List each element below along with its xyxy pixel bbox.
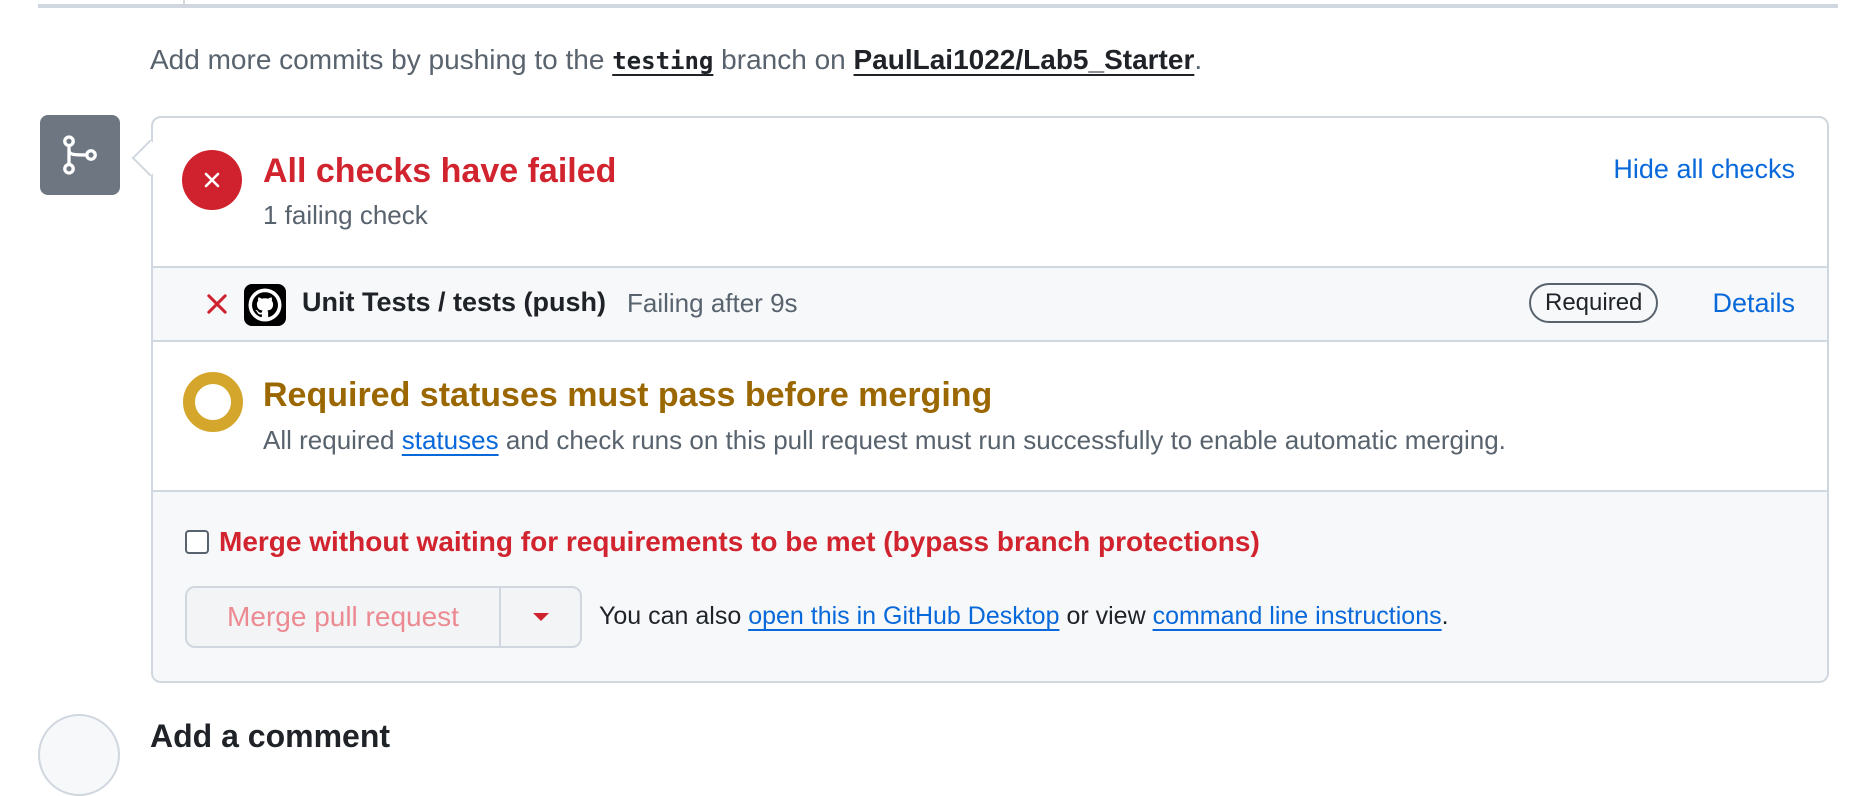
add-comment-heading: Add a comment <box>150 718 391 754</box>
required-description: All required statuses and check runs on … <box>263 425 1506 456</box>
x-icon <box>207 294 227 314</box>
push-note-prefix: Add more commits by pushing to the <box>150 44 605 75</box>
merge-button-group: Merge pull request <box>185 586 582 648</box>
git-branch-badge <box>40 115 120 195</box>
push-note-middle: branch on <box>721 44 846 75</box>
merge-pull-request-button[interactable]: Merge pull request <box>187 588 501 646</box>
avatar <box>38 714 120 796</box>
required-sub-prefix: All required <box>263 425 395 455</box>
check-name: Unit Tests / tests (push) <box>302 287 607 317</box>
merge-section: Merge without waiting for requirements t… <box>153 490 1827 681</box>
details-link[interactable]: Details <box>1712 288 1795 319</box>
alternate-merge-note: You can also open this in GitHub Desktop… <box>599 602 1449 631</box>
checks-summary: All checks have failed 1 failing check H… <box>153 118 1827 266</box>
timeline-divider <box>38 4 1838 8</box>
triangle-down-icon <box>532 613 549 621</box>
push-note: Add more commits by pushing to the testi… <box>150 44 1202 76</box>
statuses-link[interactable]: statuses <box>402 425 499 455</box>
check-status: Failing after 9s <box>627 288 798 318</box>
also-prefix: You can also <box>599 602 742 630</box>
merge-box: All checks have failed 1 failing check H… <box>151 116 1829 683</box>
hide-all-checks-link[interactable]: Hide all checks <box>1613 154 1795 185</box>
checks-title: All checks have failed <box>263 152 617 190</box>
push-note-suffix: . <box>1194 44 1203 75</box>
required-badge: Required <box>1529 283 1659 323</box>
required-statuses-section: Required statuses must pass before mergi… <box>153 342 1827 490</box>
repo-link[interactable]: PaulLai1022/Lab5_Starter <box>854 44 1195 75</box>
bypass-checkbox[interactable] <box>185 530 209 554</box>
pending-ring-icon <box>183 372 243 432</box>
required-sub-suffix: and check runs on this pull request must… <box>505 425 1506 455</box>
git-branch-icon <box>63 135 97 175</box>
checks-subtitle: 1 failing check <box>263 200 428 230</box>
merge-options-dropdown[interactable] <box>501 588 580 646</box>
also-suffix: . <box>1441 602 1449 630</box>
required-title: Required statuses must pass before mergi… <box>263 376 993 414</box>
github-mark-icon <box>244 284 286 326</box>
bypass-label[interactable]: Merge without waiting for requirements t… <box>219 526 1260 558</box>
x-circle-icon <box>182 150 242 210</box>
check-row: Unit Tests / tests (push) Failing after … <box>153 266 1827 342</box>
branch-name[interactable]: testing <box>612 47 713 75</box>
github-desktop-link[interactable]: open this in GitHub Desktop <box>748 602 1059 630</box>
timeline-tick <box>183 0 185 6</box>
also-middle: or view <box>1066 602 1146 630</box>
command-line-link[interactable]: command line instructions <box>1153 602 1442 630</box>
